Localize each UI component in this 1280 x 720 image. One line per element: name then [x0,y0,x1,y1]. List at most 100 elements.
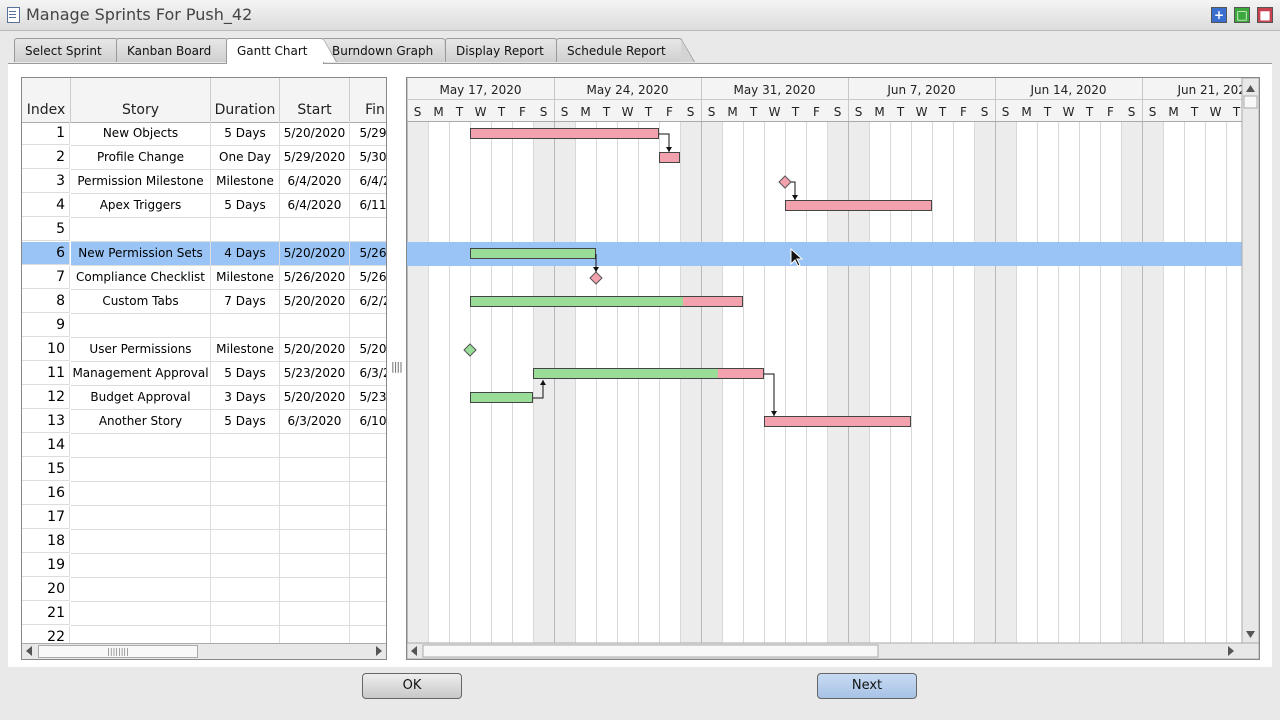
cell-index: 5 [22,218,70,241]
cell-finish: 6/4/2 [350,170,386,194]
cell-duration: 3 Days [211,386,280,410]
table-row[interactable]: 10 User Permissions Milestone 5/20/2020 5/20… [22,338,386,362]
tab-schedule-report[interactable]: Schedule Report [556,38,695,62]
cell-index: 14 [22,434,70,457]
scroll-left-icon[interactable] [26,646,32,656]
column-header-index[interactable]: Index [22,78,71,123]
day-letter: F [1107,105,1114,119]
cell-start: 5/20/2020 [280,338,350,362]
dependency-arrowhead [792,195,798,200]
cell-duration [211,554,280,578]
task-bar[interactable] [785,200,932,211]
week-label: May 31, 2020 [733,83,815,97]
tab-gantt-chart[interactable]: Gantt Chart [226,38,337,64]
cell-duration [211,578,280,602]
cell-story: Apex Triggers [71,194,211,218]
table-row[interactable]: 17 [22,506,386,530]
cell-finish: 5/26/ [350,242,386,266]
task-progress-fill [533,368,718,379]
tab-display-report[interactable]: Display Report [445,38,570,62]
gantt-vscroll-thumb[interactable] [1243,95,1258,109]
table-row[interactable]: 12Budget Approval3 Days5/20/20205/23/ [22,386,386,410]
gantt-hscroll-thumb[interactable] [422,644,879,658]
table-row[interactable]: 14 [22,434,386,458]
table-row[interactable]: 19 [22,554,386,578]
maximize-icon[interactable]: + [1211,7,1227,23]
tab-kanban-board[interactable]: Kanban Board [116,38,241,62]
weekend-column [974,110,995,643]
cell-finish [350,578,386,602]
table-row[interactable]: 7 Compliance Checklist Milestone 5/26/2020 5… [22,266,386,290]
task-bar[interactable] [764,416,911,427]
task-table: Index Story Duration Start Fin 1 New Obje… [21,77,387,660]
table-row[interactable]: 13Another Story5 Days6/3/20206/10/ [22,410,386,434]
cell-duration [211,434,280,458]
table-row[interactable]: 6New Permission Sets4 Days5/20/20205/26/ [22,242,386,266]
milestone-marker[interactable] [463,343,477,357]
table-row[interactable]: 3 Permission Milestone Milestone 6/4/2020 6/… [22,170,386,194]
cell-story [71,554,211,578]
milestone-marker[interactable] [589,271,603,285]
table-row[interactable]: 2Profile ChangeOne Day5/29/20205/30/ [22,146,386,170]
table-row[interactable]: 1New Objects5 Days5/20/20205/29/ [22,122,386,146]
column-header-start[interactable]: Start [280,78,350,123]
tab-select-sprint[interactable]: Select Sprint [14,38,131,62]
week-label: Jun 14, 2020 [1029,83,1106,97]
table-row[interactable]: 9 [22,314,386,338]
day-letter: W [1210,105,1222,119]
weekend-column [848,110,869,643]
table-row[interactable]: 4Apex Triggers5 Days6/4/20206/11/ [22,194,386,218]
close-icon[interactable]: ■ [1257,7,1273,23]
table-row[interactable]: 20 [22,578,386,602]
day-letter: T [455,105,464,119]
cell-story [71,458,211,482]
day-letter: M [1021,105,1031,119]
column-header-duration[interactable]: Duration [211,78,280,123]
table-row[interactable]: 8Custom Tabs7 Days5/20/20206/2/2 [22,290,386,314]
dependency-arrowhead [771,411,777,416]
weekend-column [1142,110,1163,643]
tab-burndown-graph[interactable]: Burndown Graph [321,38,458,62]
cell-story: Permission Milestone [71,170,211,194]
day-letter: F [813,105,820,119]
day-letter: M [433,105,443,119]
gantt-vertical-scrollbar[interactable] [1241,78,1259,644]
cell-duration: Milestone [211,170,280,194]
table-row[interactable]: 11 Management Approval 5 Days 5/23/2020 6/3/… [22,362,386,386]
table-row[interactable]: 16 [22,482,386,506]
cell-index: 2 [22,146,70,169]
cell-start: 5/23/2020 [280,362,350,386]
day-letter: S [1128,105,1136,119]
scroll-right-icon[interactable] [376,646,382,656]
cell-duration [211,314,280,338]
task-bar[interactable] [470,128,659,139]
splitter-handle-icon[interactable]: |||| [391,360,403,378]
restore-icon[interactable]: □ [1234,7,1250,23]
day-letter: T [938,105,947,119]
table-scroll-thumb[interactable]: |||||||| [38,645,198,658]
table-row[interactable]: 21 [22,602,386,626]
next-button[interactable]: Next [817,673,917,699]
column-header-story[interactable]: Story [71,78,211,123]
table-row[interactable]: 18 [22,530,386,554]
milestone-marker[interactable] [778,175,792,189]
day-letter: S [981,105,989,119]
cell-finish: 5/29/ [350,122,386,146]
cell-story [71,434,211,458]
table-horizontal-scrollbar[interactable]: |||||||| [22,643,386,659]
gantt-chart[interactable]: May 17, 2020 May 24, 2020 May 31, 2020 Jun … [407,78,1259,659]
cell-finish: 6/2/2 [350,290,386,314]
table-row[interactable]: 5 [22,218,386,242]
task-bar[interactable] [659,152,680,163]
day-letter: T [602,105,611,119]
ok-button[interactable]: OK [362,673,462,699]
day-letter: W [622,105,634,119]
cell-start: 6/4/2020 [280,170,350,194]
table-row[interactable]: 15 [22,458,386,482]
cell-finish: 5/23/ [350,386,386,410]
day-letter: M [874,105,884,119]
cell-story: Custom Tabs [71,290,211,314]
cell-story: Compliance Checklist [71,266,211,290]
column-header-finish[interactable]: Fin [350,78,386,123]
day-letter: S [708,105,716,119]
